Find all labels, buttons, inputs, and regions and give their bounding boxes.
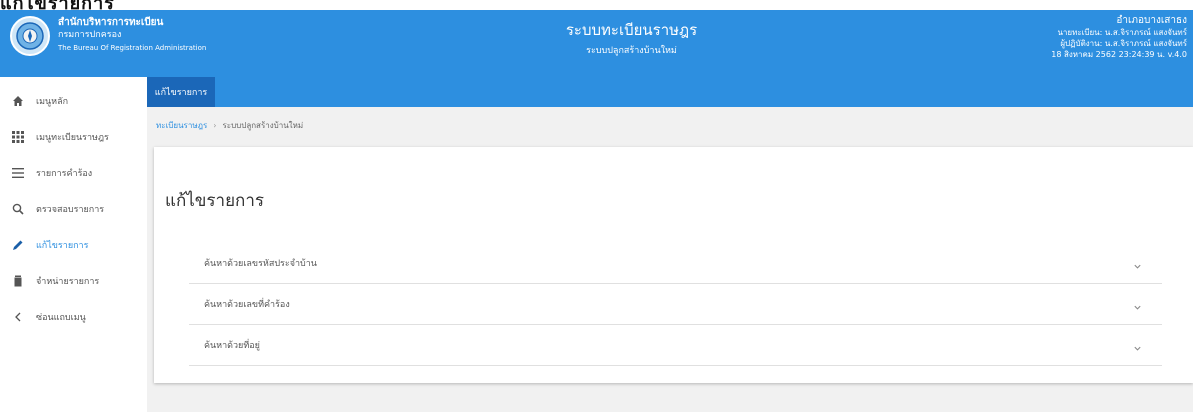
sidebar-item-label: ซ่อนแถบเมนู xyxy=(36,313,86,323)
chevron-left-icon xyxy=(10,311,26,323)
system-subtitle: ระบบปลูกสร้างบ้านใหม่ xyxy=(586,46,677,56)
app-header: สำนักบริหารการทะเบียน กรมการปกครอง The B… xyxy=(0,10,1193,77)
breadcrumb-registration[interactable]: ทะเบียนราษฎร xyxy=(156,121,207,130)
edit-card: แก้ไขรายการ ค้นหาด้วยเลขรหัสประจำบ้าน ค้… xyxy=(154,147,1193,383)
user-registrar: นายทะเบียน: น.ส.จิราภรณ์ แสงจันทร์ xyxy=(1057,28,1187,37)
sidebar-item-label: เมนูหลัก xyxy=(36,97,69,107)
list-icon xyxy=(10,167,26,179)
accordion-search-house-code[interactable]: ค้นหาด้วยเลขรหัสประจำบ้าน xyxy=(189,242,1162,284)
sidebar-item-label: ตรวจสอบรายการ xyxy=(36,205,105,215)
breadcrumb: ทะเบียนราษฎร › ระบบปลูกสร้างบ้านใหม่ xyxy=(156,119,303,132)
sidebar-item-label: รายการคำร้อง xyxy=(36,169,93,179)
page-title: แก้ไขรายการ xyxy=(165,191,265,211)
sidebar-item-label: แก้ไขรายการ xyxy=(36,241,89,251)
home-icon xyxy=(10,95,26,107)
sidebar-item-check[interactable]: ตรวจสอบรายการ xyxy=(0,191,147,227)
user-operator: ผู้ปฏิบัติงาน: น.ส.จิราภรณ์ แสงจันทร์ xyxy=(1060,39,1187,48)
accordion-search-address[interactable]: ค้นหาด้วยที่อยู่ xyxy=(189,324,1162,366)
sidebar-item-collapse[interactable]: ซ่อนแถบเมนู xyxy=(0,299,147,335)
pencil-icon xyxy=(10,239,26,251)
grid-icon xyxy=(10,131,26,143)
sidebar-item-edit[interactable]: แก้ไขรายการ xyxy=(0,227,147,263)
session-datetime: 18 สิงหาคม 2562 23:24:39 น. v.4.0 xyxy=(1051,50,1187,59)
accordion-search-request-no[interactable]: ค้นหาด้วยเลขที่คำร้อง xyxy=(189,283,1162,325)
tab-edit[interactable]: แก้ไขรายการ xyxy=(147,77,215,107)
breadcrumb-current: ระบบปลูกสร้างบ้านใหม่ xyxy=(222,121,304,130)
sidebar: เมนูหลัก เมนูทะเบียนราษฎร รายการคำร้อง ต… xyxy=(0,77,147,412)
accordion-label: ค้นหาด้วยที่อยู่ xyxy=(204,341,260,351)
main-content: ทะเบียนราษฎร › ระบบปลูกสร้างบ้านใหม่ แก้ไข… xyxy=(147,107,1193,412)
system-title-block: ระบบทะเบียนราษฎร ระบบปลูกสร้างบ้านใหม่ xyxy=(0,20,1193,62)
chevron-down-icon xyxy=(1133,338,1142,357)
sidebar-item-label: เมนูทะเบียนราษฎร xyxy=(36,133,109,143)
chevron-down-icon xyxy=(1133,297,1142,316)
sidebar-item-label: จำหน่ายรายการ xyxy=(36,277,100,287)
accordion-label: ค้นหาด้วยเลขรหัสประจำบ้าน xyxy=(204,259,317,269)
tab-bar: แก้ไขรายการ xyxy=(147,77,1193,107)
search-icon xyxy=(10,203,26,215)
user-office: อำเภอบางเสาธง xyxy=(1116,15,1187,26)
user-info: อำเภอบางเสาธง นายทะเบียน: น.ส.จิราภรณ์ แ… xyxy=(1051,14,1187,60)
breadcrumb-separator: › xyxy=(213,121,217,130)
accordion-label: ค้นหาด้วยเลขที่คำร้อง xyxy=(204,300,290,310)
system-title: ระบบทะเบียนราษฎร xyxy=(565,21,698,39)
sidebar-item-home[interactable]: เมนูหลัก xyxy=(0,83,147,119)
trash-icon xyxy=(10,275,26,287)
chevron-down-icon xyxy=(1133,256,1142,275)
sidebar-item-requests[interactable]: รายการคำร้อง xyxy=(0,155,147,191)
sidebar-item-registration-menu[interactable]: เมนูทะเบียนราษฎร xyxy=(0,119,147,155)
sidebar-item-dispose[interactable]: จำหน่ายรายการ xyxy=(0,263,147,299)
